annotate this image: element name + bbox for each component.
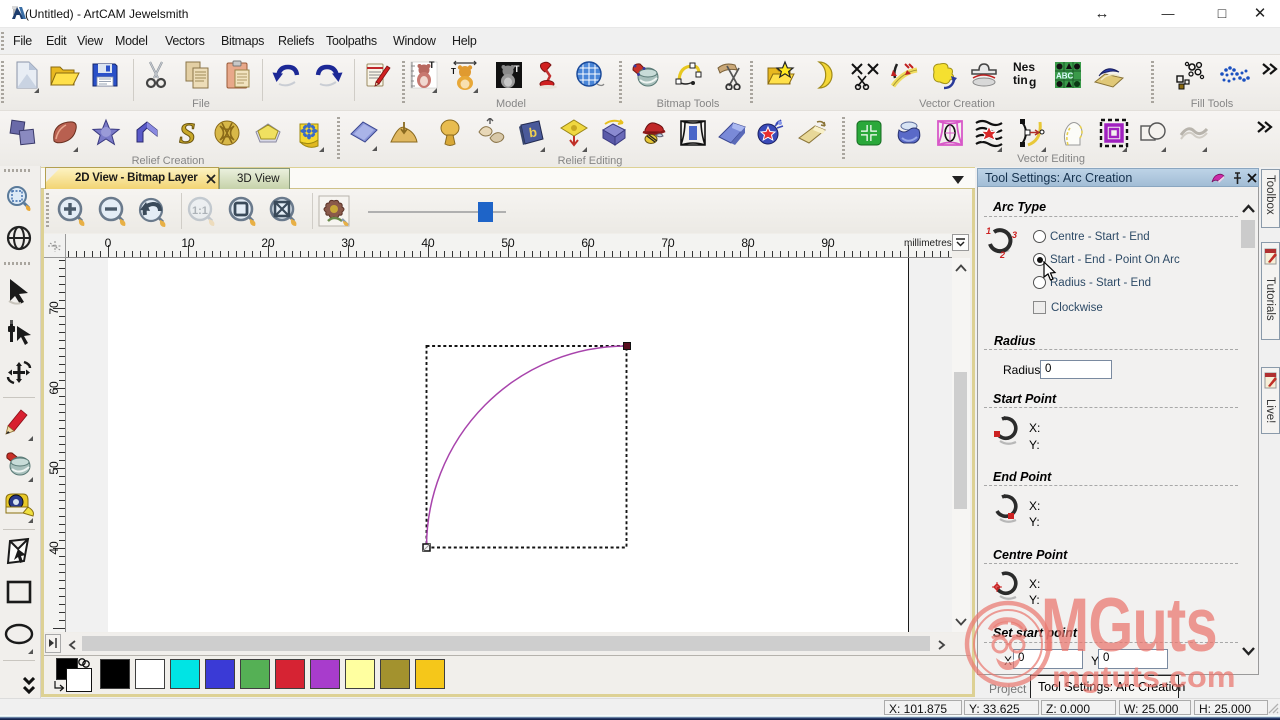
svg-text:g: g [1029, 75, 1036, 89]
svg-text:1: 1 [986, 226, 991, 236]
svg-text:S: S [179, 117, 196, 149]
svg-text:T: T [514, 64, 520, 74]
svg-text:ABC: ABC [1056, 72, 1074, 81]
svg-text:2: 2 [999, 250, 1005, 260]
svg-text:Nes: Nes [1013, 60, 1035, 74]
svg-text:T: T [429, 60, 435, 70]
svg-text:1:1: 1:1 [192, 205, 208, 217]
svg-text:T: T [451, 67, 456, 76]
svg-text:tin: tin [1013, 73, 1028, 87]
svg-text:3: 3 [1012, 230, 1017, 240]
